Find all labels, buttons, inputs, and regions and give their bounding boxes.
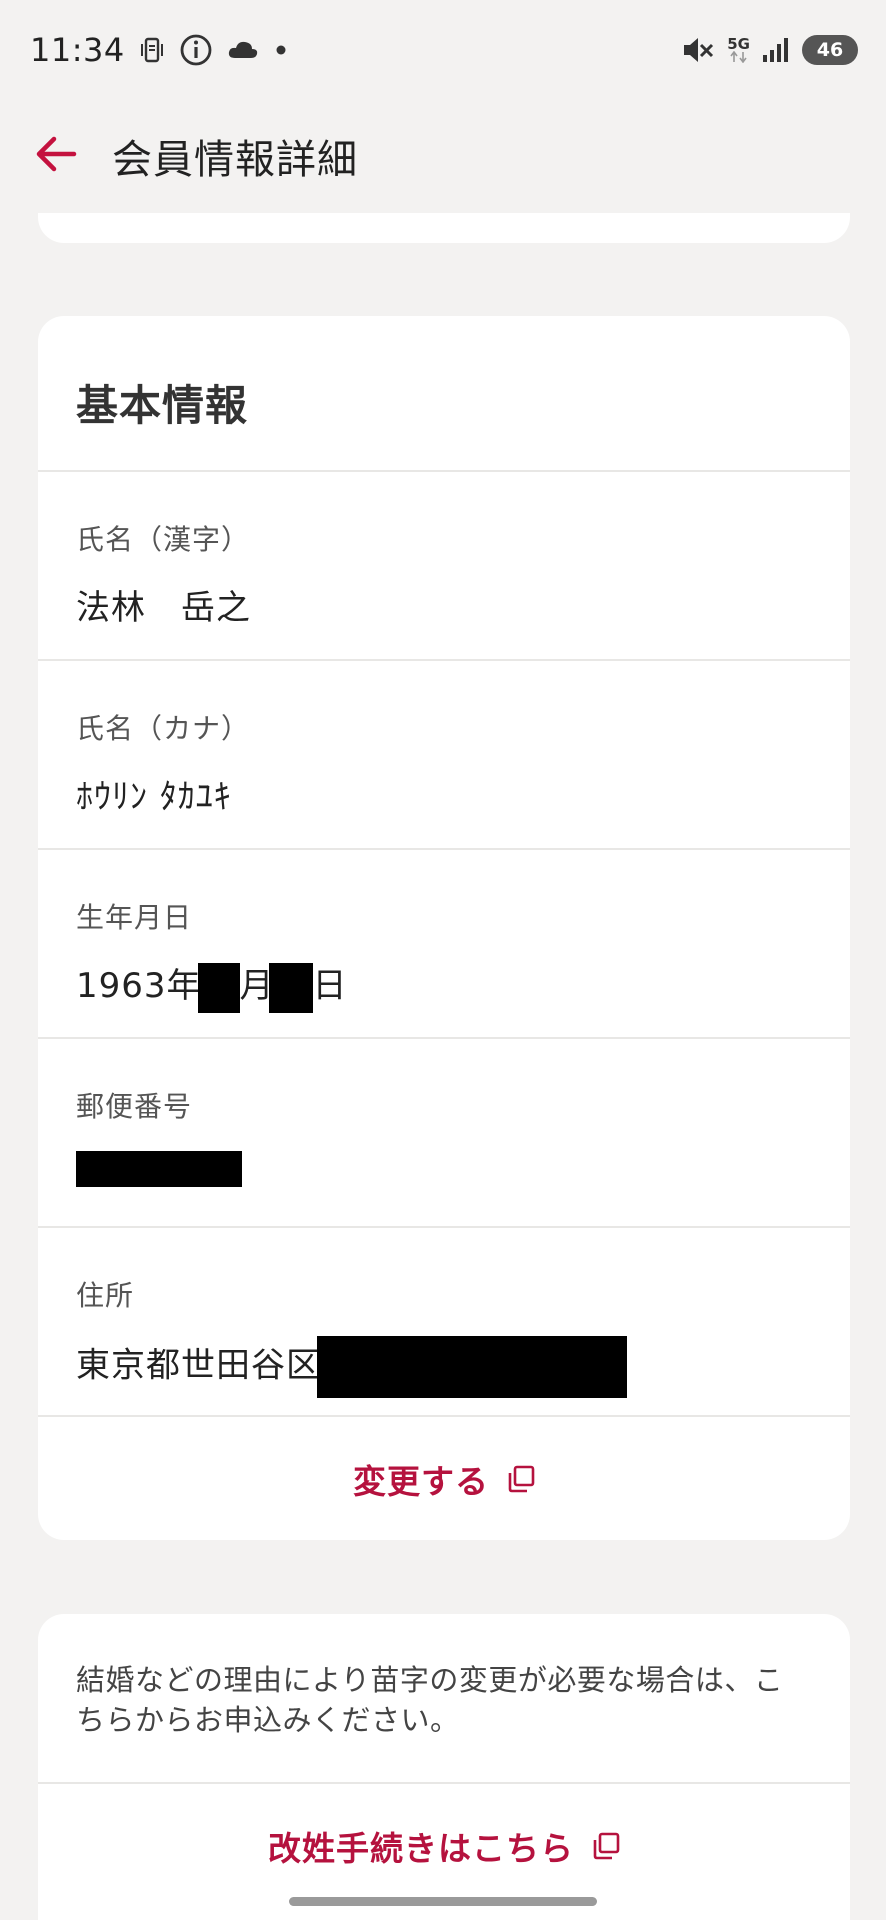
- screen: 11:34 5G 46 会員情報詳細 基本情報 氏名（漢字） 法林 岳之 氏名（…: [0, 0, 886, 1920]
- name-kana-label: 氏名（カナ）: [76, 712, 251, 745]
- address-field: 住所 東京都世田谷区: [38, 1228, 850, 1417]
- postal-code-label: 郵便番号: [76, 1090, 193, 1123]
- mute-icon: [681, 35, 715, 65]
- redacted-month: [197, 962, 240, 1013]
- cloud-icon: [227, 38, 259, 62]
- name-change-procedure-button[interactable]: 改姓手続きはこちら: [38, 1784, 850, 1908]
- status-bar: 11:34 5G 46: [0, 0, 886, 100]
- previous-card-bottom: [38, 213, 850, 243]
- redacted-postal-code: [76, 1150, 242, 1187]
- birthdate-year: 1963年: [76, 966, 202, 1006]
- external-window-icon: [508, 1465, 535, 1493]
- app-bar: 会員情報詳細: [0, 100, 886, 208]
- birthdate-field: 生年月日 1963年月日: [38, 850, 850, 1039]
- status-time: 11:34: [30, 31, 125, 69]
- redacted-day: [268, 962, 313, 1013]
- postal-code-field: 郵便番号: [38, 1039, 850, 1228]
- change-button[interactable]: 変更する: [38, 1417, 850, 1540]
- battery-icon: 46: [802, 35, 858, 65]
- external-window-icon: [593, 1832, 620, 1860]
- name-change-procedure-label: 改姓手続きはこちら: [268, 1829, 574, 1868]
- dot-icon: [273, 42, 289, 58]
- info-icon: [179, 33, 213, 67]
- signal-icon: [762, 36, 790, 64]
- status-right: 5G 46: [681, 35, 858, 65]
- birthdate-label: 生年月日: [76, 901, 193, 934]
- status-left: 11:34: [30, 31, 289, 69]
- birthdate-day-unit: 日: [312, 966, 348, 1006]
- name-change-notice: 結婚などの理由により苗字の変更が必要な場合は、こちらからお申込みください。: [38, 1614, 850, 1784]
- address-prefix: 東京都世田谷区: [76, 1345, 321, 1386]
- name-kana-field: 氏名（カナ） ﾎｳﾘﾝ ﾀｶﾕｷ: [38, 661, 850, 850]
- network-type-indicator: 5G: [727, 37, 750, 63]
- birthdate-value: 1963年月日: [76, 958, 812, 1013]
- basic-info-card: 基本情報 氏名（漢字） 法林 岳之 氏名（カナ） ﾎｳﾘﾝ ﾀｶﾕｷ 生年月日 …: [38, 316, 850, 1540]
- arrow-left-icon: [36, 136, 77, 172]
- page-title: 会員情報詳細: [112, 137, 358, 183]
- basic-info-header: 基本情報: [38, 316, 850, 472]
- name-kanji-value: 法林 岳之: [76, 588, 251, 628]
- name-change-card: 結婚などの理由により苗字の変更が必要な場合は、こちらからお申込みください。 改姓…: [38, 1614, 850, 1920]
- address-value: 東京都世田谷区: [76, 1336, 812, 1398]
- name-kana-value: ﾎｳﾘﾝ ﾀｶﾕｷ: [76, 777, 232, 817]
- redacted-address: [317, 1336, 627, 1398]
- vibrate-icon: [139, 35, 165, 65]
- network-type-label: 5G: [727, 35, 750, 53]
- back-button[interactable]: [30, 128, 82, 180]
- data-arrows-icon: [729, 51, 747, 63]
- name-kanji-label: 氏名（漢字）: [76, 523, 251, 556]
- postal-code-value: [76, 1147, 812, 1187]
- change-button-label: 変更する: [353, 1462, 489, 1501]
- address-label: 住所: [76, 1279, 135, 1312]
- home-indicator[interactable]: [289, 1897, 597, 1906]
- basic-info-title: 基本情報: [76, 381, 249, 430]
- name-kanji-field: 氏名（漢字） 法林 岳之: [38, 472, 850, 661]
